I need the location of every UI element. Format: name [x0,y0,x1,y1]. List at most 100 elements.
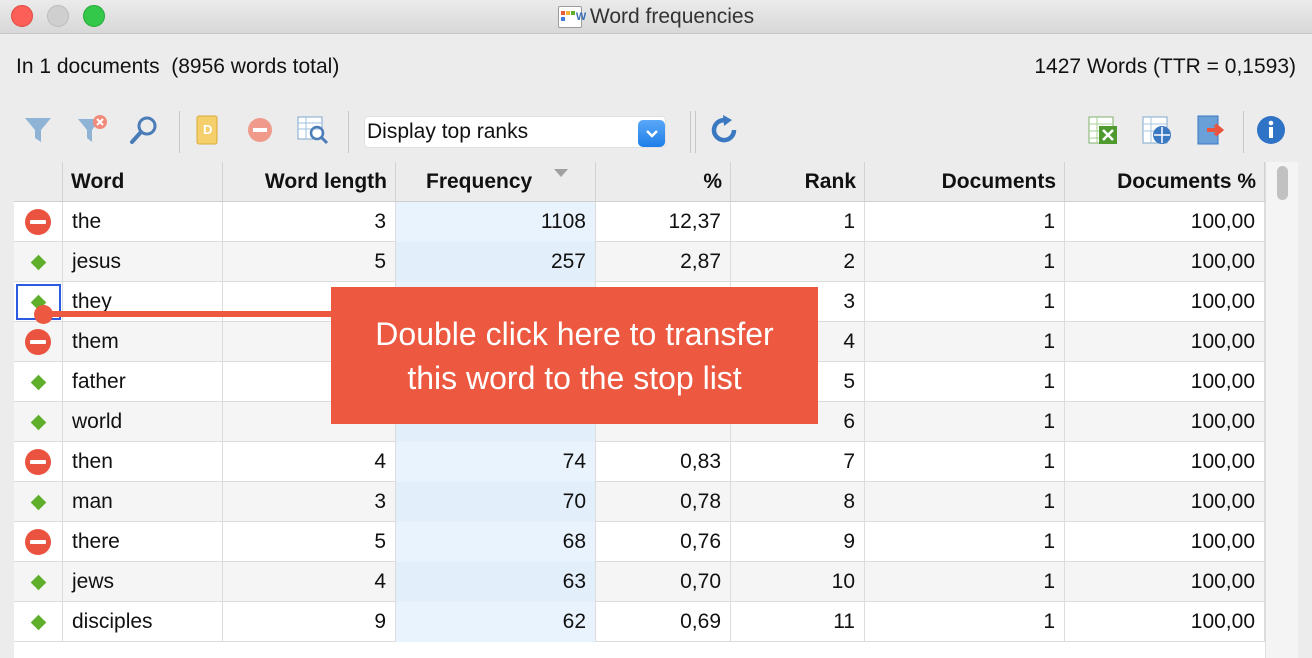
table-row[interactable]: disciples 9 62 0,69 11 1 100,00 [14,602,1265,642]
table-header: Word Word length Frequency % Rank Docume… [14,162,1265,202]
documents-cell: 1 [865,322,1065,362]
frequency-column-header[interactable]: Frequency [396,162,596,202]
refresh-icon[interactable] [707,113,741,147]
callout-pointer-line [42,311,332,317]
info-icon[interactable] [1254,113,1288,147]
documents-cell: 1 [865,562,1065,602]
documents-cell: 1 [865,482,1065,522]
status-cell[interactable] [14,482,63,522]
percent-cell: 0,83 [596,442,731,482]
documents-cell: 1 [865,282,1065,322]
status-cell[interactable] [14,402,63,442]
table-row[interactable]: man 3 70 0,78 8 1 100,00 [14,482,1265,522]
search-icon[interactable] [127,113,161,147]
stop-list-icon[interactable] [243,113,277,147]
vertical-scrollbar[interactable] [1265,162,1298,658]
table-row[interactable]: the 3 1108 12,37 1 1 100,00 [14,202,1265,242]
percent-cell: 2,87 [596,242,731,282]
documents-percent-cell: 100,00 [1065,282,1265,322]
table-row[interactable]: jews 4 63 0,70 10 1 100,00 [14,562,1265,602]
export-file-icon[interactable] [1194,113,1228,147]
go-list-icon[interactable] [30,574,46,590]
status-cell[interactable] [14,322,63,362]
filter-icon[interactable] [21,113,55,147]
frequency-cell: 68 [396,522,596,562]
table-row[interactable]: jesus 5 257 2,87 2 1 100,00 [14,242,1265,282]
stop-list-icon[interactable] [25,209,51,235]
status-cell[interactable] [14,602,63,642]
status-cell[interactable] [14,362,63,402]
frequency-cell: 62 [396,602,596,642]
word-length-column-header[interactable]: Word length [223,162,396,202]
percent-cell: 0,70 [596,562,731,602]
frequency-cell: 1108 [396,202,596,242]
documents-cell: 1 [865,242,1065,282]
double-click-callout: Double click here to transfer this word … [331,287,818,424]
stop-list-icon[interactable] [25,329,51,355]
window-title: Word frequencies [589,5,755,28]
status-cell[interactable] [14,242,63,282]
word-cell: man [63,482,223,522]
status-cell[interactable] [14,442,63,482]
documents-percent-cell: 100,00 [1065,442,1265,482]
rank-cell: 9 [731,522,865,562]
word-cell: there [63,522,223,562]
documents-cell: 1 [865,602,1065,642]
status-cell[interactable] [14,202,63,242]
word-length-cell: 4 [223,562,396,602]
word-cell: world [63,402,223,442]
go-list-icon[interactable] [30,254,46,270]
stop-list-icon[interactable] [25,529,51,555]
documents-percent-cell: 100,00 [1065,522,1265,562]
frequency-cell: 74 [396,442,596,482]
rank-column-header[interactable]: Rank [731,162,865,202]
documents-percent-cell: 100,00 [1065,322,1265,362]
word-cell: father [63,362,223,402]
filter-clear-icon[interactable] [75,113,109,147]
word-length-cell: 5 [223,522,396,562]
word-column-header[interactable]: Word [63,162,223,202]
word-length-cell: 9 [223,602,396,642]
documents-cell: 1 [865,522,1065,562]
documents-percent-cell: 100,00 [1065,562,1265,602]
documents-percent-column-header[interactable]: Documents % [1065,162,1265,202]
rank-cell: 2 [731,242,865,282]
word-cell: then [63,442,223,482]
word-frequencies-app-icon: W [557,6,586,28]
table-row[interactable]: there 5 68 0,76 9 1 100,00 [14,522,1265,562]
status-cell[interactable] [14,522,63,562]
status-column-header[interactable] [14,162,63,202]
percent-column-header[interactable]: % [596,162,731,202]
svg-text:D: D [203,122,212,137]
scrollbar-thumb[interactable] [1277,166,1288,200]
word-length-cell: 3 [223,482,396,522]
callout-line-2: this word to the stop list [407,360,742,396]
frequency-cell: 257 [396,242,596,282]
percent-cell: 0,78 [596,482,731,522]
window-title-group: W Word frequencies [0,0,1312,34]
display-ranks-select[interactable]: Display top ranks [364,116,666,148]
word-cell: jews [63,562,223,602]
word-cell: the [63,202,223,242]
word-cell: disciples [63,602,223,642]
export-html-icon[interactable] [1140,113,1174,147]
word-length-cell: 4 [223,442,396,482]
rank-cell: 8 [731,482,865,522]
word-cell: jesus [63,242,223,282]
stop-list-icon[interactable] [25,449,51,475]
chevron-down-icon[interactable] [638,120,665,147]
zoom-table-icon[interactable] [296,113,330,147]
title-bar: W Word frequencies [0,0,1312,34]
table-row[interactable]: then 4 74 0,83 7 1 100,00 [14,442,1265,482]
dictionary-icon[interactable]: D [190,113,224,147]
go-list-icon[interactable] [30,494,46,510]
documents-column-header[interactable]: Documents [865,162,1065,202]
go-list-icon[interactable] [30,374,46,390]
status-cell[interactable] [14,562,63,602]
export-excel-icon[interactable] [1086,113,1120,147]
toolbar: D Display top ranks [14,103,1298,159]
go-list-icon[interactable] [30,414,46,430]
go-list-icon[interactable] [30,614,46,630]
word-length-cell: 5 [223,242,396,282]
rank-cell: 7 [731,442,865,482]
